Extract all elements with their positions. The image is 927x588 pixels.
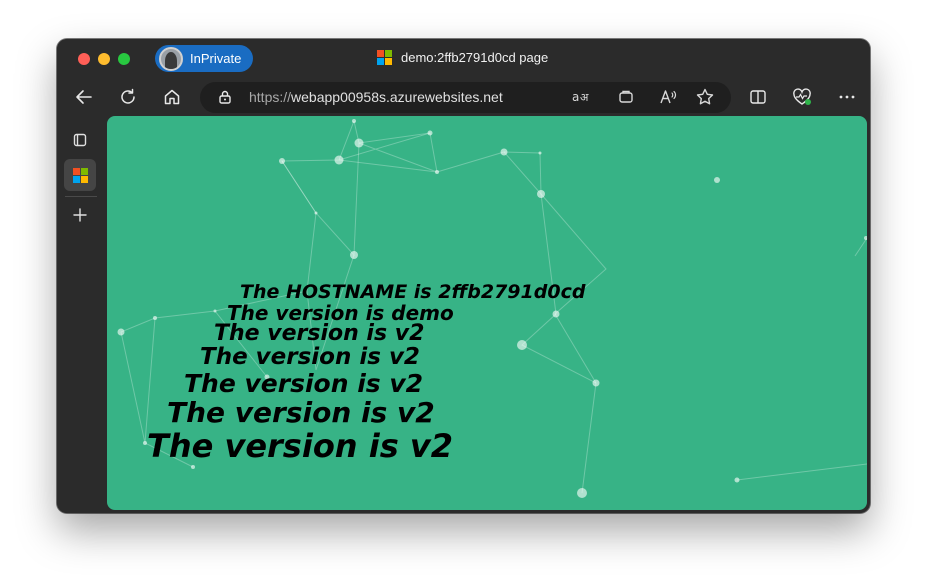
inprivate-label: InPrivate xyxy=(190,51,242,66)
version-line: The version is v2 xyxy=(167,396,435,429)
url-text[interactable]: https://webapp00958s.azurewebsites.net xyxy=(249,89,503,105)
url-host: webapp00958s.azurewebsites.net xyxy=(291,89,503,105)
read-aloud-icon[interactable] xyxy=(653,82,683,112)
split-screen-icon[interactable] xyxy=(743,82,773,112)
favorite-star-icon[interactable] xyxy=(690,82,720,112)
new-tab-plus-icon[interactable] xyxy=(64,199,96,231)
version-line: The version is v2 xyxy=(214,321,425,346)
translate-icon[interactable]: aअ xyxy=(568,82,598,112)
lock-icon[interactable] xyxy=(210,82,240,112)
address-bar[interactable]: https://webapp00958s.azurewebsites.net a… xyxy=(200,82,731,113)
version-line: The version is v2 xyxy=(200,344,420,370)
more-menu-icon[interactable] xyxy=(832,82,862,112)
page-content: The HOSTNAME is 2ffb2791d0cd The version… xyxy=(107,116,867,510)
inprivate-badge[interactable]: InPrivate xyxy=(155,45,253,72)
version-line: The version is v2 xyxy=(147,427,453,465)
url-protocol: https:// xyxy=(249,89,292,105)
microsoft-logo-icon xyxy=(377,50,392,65)
minimize-window-button[interactable] xyxy=(98,53,110,65)
browser-essentials-icon[interactable] xyxy=(787,82,817,112)
browser-window: InPrivate demo:2ffb2791d0cd page https:/… xyxy=(57,39,870,513)
tab-title: demo:2ffb2791d0cd page xyxy=(401,50,549,65)
app-available-icon[interactable] xyxy=(611,82,641,112)
tab-actions-icon[interactable] xyxy=(64,124,96,156)
svg-text:अ: अ xyxy=(580,91,589,104)
refresh-icon[interactable] xyxy=(113,82,143,112)
home-icon[interactable] xyxy=(157,82,187,112)
hostname-line: The HOSTNAME is 2ffb2791d0cd xyxy=(240,281,586,303)
close-window-button[interactable] xyxy=(78,53,90,65)
svg-text:a: a xyxy=(572,90,579,104)
back-arrow-icon[interactable] xyxy=(69,82,99,112)
maximize-window-button[interactable] xyxy=(118,53,130,65)
title-bar: InPrivate demo:2ffb2791d0cd page xyxy=(57,39,870,79)
tab[interactable]: demo:2ffb2791d0cd page xyxy=(377,50,548,65)
vertical-tab-sidebar xyxy=(57,116,107,513)
sidebar-divider xyxy=(65,196,97,197)
version-line: The version is v2 xyxy=(184,369,424,398)
toolbar: https://webapp00958s.azurewebsites.net a… xyxy=(57,79,870,116)
profile-avatar xyxy=(159,46,183,71)
microsoft-tab-icon[interactable] xyxy=(64,159,96,191)
